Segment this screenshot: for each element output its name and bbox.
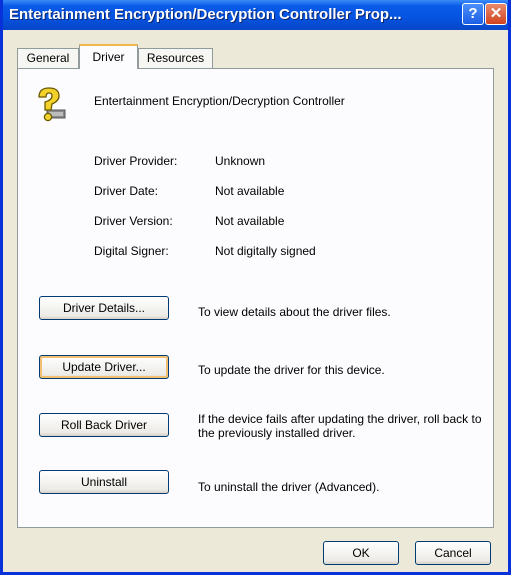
driver-provider-label: Driver Provider: xyxy=(94,154,178,168)
device-name: Entertainment Encryption/Decryption Cont… xyxy=(94,94,345,108)
close-button[interactable]: ✕ xyxy=(485,3,507,25)
tab-driver[interactable]: Driver xyxy=(79,44,138,69)
properties-window: Entertainment Encryption/Decryption Cont… xyxy=(0,0,511,575)
uninstall-description: To uninstall the driver (Advanced). xyxy=(198,480,380,494)
window-title: Entertainment Encryption/Decryption Cont… xyxy=(9,6,402,23)
roll-back-driver-button[interactable]: Roll Back Driver xyxy=(39,413,169,437)
title-bar[interactable]: Entertainment Encryption/Decryption Cont… xyxy=(3,0,508,30)
update-driver-description: To update the driver for this device. xyxy=(198,363,385,377)
driver-version-label: Driver Version: xyxy=(94,214,173,228)
driver-version-value: Not available xyxy=(215,214,285,228)
digital-signer-value: Not digitally signed xyxy=(215,244,316,258)
help-button[interactable]: ? xyxy=(462,3,484,25)
cancel-button[interactable]: Cancel xyxy=(415,541,491,565)
driver-date-value: Not available xyxy=(215,184,285,198)
digital-signer-label: Digital Signer: xyxy=(94,244,169,258)
tab-resources[interactable]: Resources xyxy=(138,48,213,68)
uninstall-button[interactable]: Uninstall xyxy=(39,470,169,494)
roll-back-driver-description: If the device fails after updating the d… xyxy=(198,412,482,440)
driver-details-button[interactable]: Driver Details... xyxy=(39,296,169,320)
driver-provider-value: Unknown xyxy=(215,154,266,168)
driver-details-description: To view details about the driver files. xyxy=(198,305,391,319)
driver-date-label: Driver Date: xyxy=(94,184,159,198)
tab-general[interactable]: General xyxy=(17,48,79,68)
ok-button[interactable]: OK xyxy=(323,541,399,565)
update-driver-button[interactable]: Update Driver... xyxy=(39,355,169,379)
unknown-device-question-icon xyxy=(38,87,66,122)
